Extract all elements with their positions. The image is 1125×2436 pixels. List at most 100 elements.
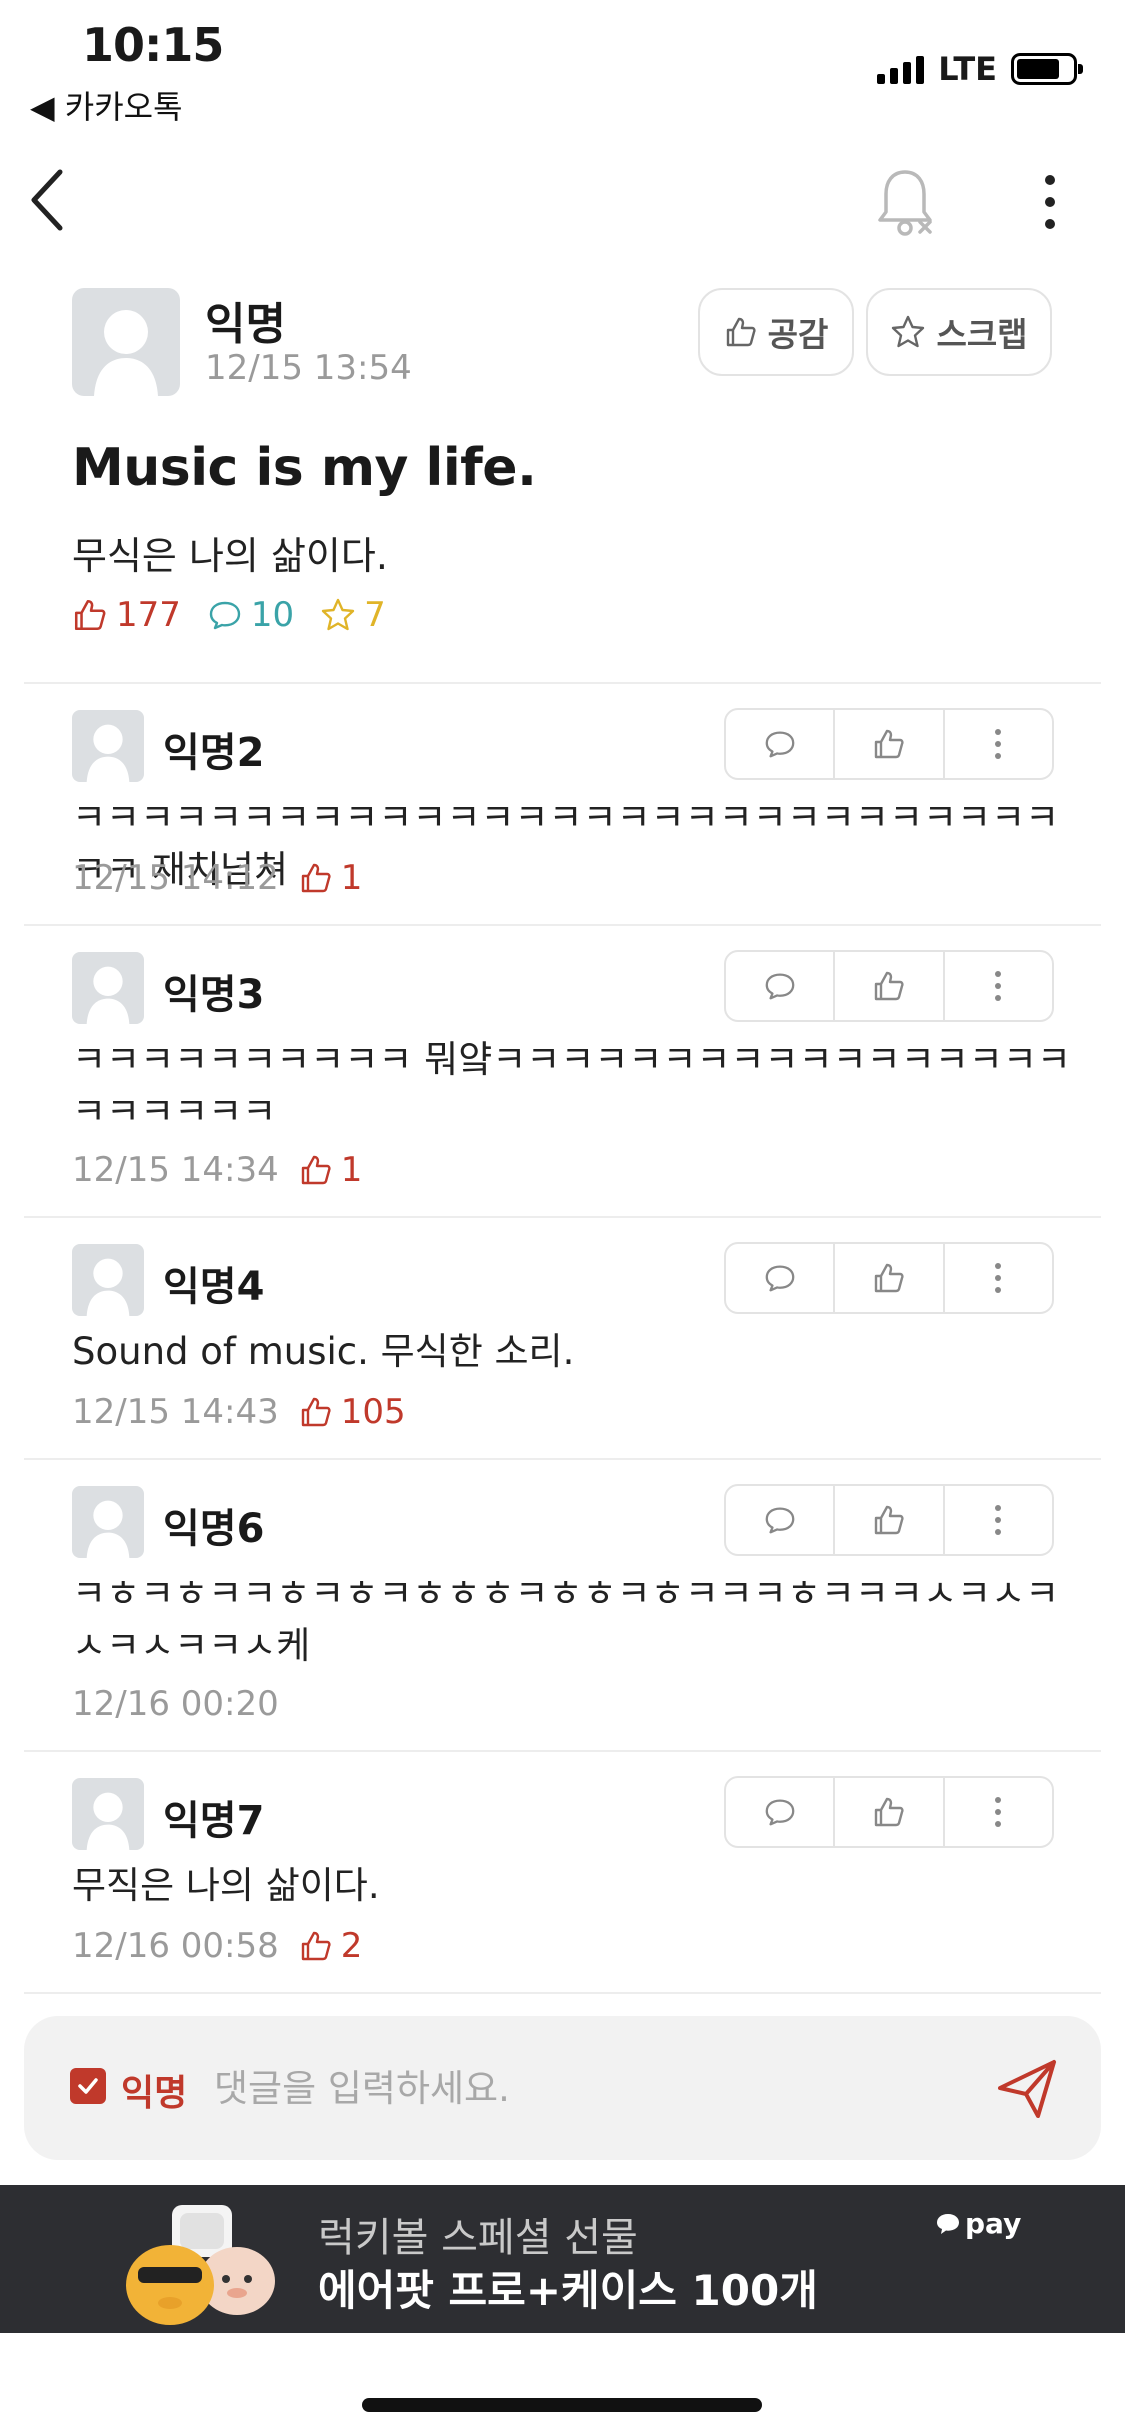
thumbs-up-icon: [726, 317, 756, 347]
send-icon[interactable]: [992, 2054, 1062, 2124]
comment-like-count: 2: [299, 1926, 363, 1966]
speech-bubble-icon: [765, 731, 795, 758]
comment-meta: 12/15 14:34 1: [72, 1150, 362, 1190]
comment-author: 익명4: [163, 1264, 265, 1310]
default-avatar-icon: [94, 310, 158, 396]
more-vertical-icon: [995, 1263, 1002, 1293]
comment-like-count: 1: [299, 858, 362, 898]
comment-meta: 12/15 14:12 1: [72, 858, 362, 898]
comment-like-value: 105: [340, 1392, 406, 1432]
thumbs-up-icon: [874, 1797, 904, 1827]
speech-bubble-icon: [209, 601, 241, 630]
like-count: 177: [72, 595, 181, 635]
default-avatar-icon: [86, 724, 130, 782]
speech-bubble-icon: [765, 1265, 795, 1292]
avatar: [72, 710, 144, 782]
thumbs-up-icon: [301, 1155, 331, 1185]
more-vertical-icon: [995, 1505, 1002, 1535]
pay-logo: pay: [935, 2207, 1021, 2240]
scrap-button[interactable]: 스크랩: [866, 288, 1052, 376]
thumbs-up-icon: [874, 1505, 904, 1535]
reply-button[interactable]: [726, 1486, 833, 1554]
post-stats: 177 10 7: [72, 595, 386, 635]
checkmark-icon: [78, 2078, 98, 2094]
comment-author: 익명2: [163, 730, 265, 776]
comment-actions: [724, 708, 1054, 780]
speech-bubble-icon: [765, 973, 795, 1000]
comment-more-button[interactable]: [942, 710, 1052, 778]
comment-meta: 12/15 14:43 105: [72, 1392, 406, 1432]
battery-icon: [1011, 53, 1083, 85]
more-vertical-icon: [995, 971, 1002, 1001]
comment-time: 12/16 00:58: [72, 1926, 279, 1966]
comment-actions: [724, 1484, 1054, 1556]
comment-time: 12/15 14:12: [72, 858, 279, 898]
divider: [24, 1992, 1101, 1994]
comment-like-button[interactable]: [833, 710, 942, 778]
comment-more-button[interactable]: [942, 1778, 1052, 1846]
divider: [24, 682, 1101, 684]
status-bar: 10:15 ◀ 카카오톡 LTE: [0, 0, 1125, 130]
comment-like-button[interactable]: [833, 1778, 942, 1846]
comment-more-button[interactable]: [942, 952, 1052, 1020]
speech-bubble-icon: [937, 2213, 959, 2234]
comment-meta: 12/16 00:58 2: [72, 1926, 362, 1966]
comment-author: 익명6: [163, 1506, 265, 1552]
comment-like-button[interactable]: [833, 1486, 942, 1554]
home-indicator[interactable]: [362, 2398, 762, 2412]
comment-time: 12/15 14:34: [72, 1150, 279, 1190]
comment-count: 10: [207, 595, 294, 635]
ad-banner[interactable]: 럭키볼 스페셜 선물 에어팟 프로+케이스 100개 pay: [0, 2185, 1125, 2333]
back-to-app-link[interactable]: ◀ 카카오톡: [30, 82, 183, 128]
thumbs-up-icon: [301, 1397, 331, 1427]
comment-like-value: 1: [340, 1150, 363, 1190]
notification-off-icon[interactable]: [870, 162, 940, 242]
comment-text: 무직은 나의 삶이다.: [72, 1864, 380, 1907]
comment-time: 12/15 14:43: [72, 1392, 279, 1432]
comment-input[interactable]: [214, 2056, 954, 2120]
comment-meta: 12/16 00:20: [72, 1684, 279, 1724]
reply-button[interactable]: [726, 1244, 833, 1312]
more-vertical-icon[interactable]: [1030, 162, 1070, 242]
post-title: Music is my life.: [72, 438, 537, 498]
scrap-button-label: 스크랩: [936, 315, 1028, 354]
pay-brand: pay: [965, 2207, 1022, 2240]
star-icon: [321, 598, 355, 631]
reply-button[interactable]: [726, 952, 833, 1020]
nav-bar: [0, 150, 1125, 250]
comment-text: ㅋㅋㅋㅋㅋㅋㅋㅋㅋㅋ 뭐얔ㅋㅋㅋㅋㅋㅋㅋㅋㅋㅋㅋㅋㅋㅋㅋㅋㅋㅋㅋㅋㅋㅋㅋ: [72, 1038, 1071, 1133]
post-timestamp: 12/15 13:54: [205, 348, 412, 388]
anonymous-checkbox[interactable]: [70, 2068, 106, 2104]
comment-author: 익명7: [163, 1798, 265, 1844]
comment-input-bar: 익명: [24, 2016, 1101, 2160]
status-time: 10:15: [82, 18, 224, 72]
network-label: LTE: [938, 50, 997, 88]
reply-button[interactable]: [726, 710, 833, 778]
comment-more-button[interactable]: [942, 1244, 1052, 1312]
thumbs-up-icon: [301, 1931, 331, 1961]
comment-like-value: 2: [340, 1926, 363, 1966]
avatar: [72, 1778, 144, 1850]
like-button[interactable]: 공감: [698, 288, 854, 376]
default-avatar-icon: [86, 1792, 130, 1850]
scrap-count-value: 7: [364, 595, 386, 635]
comment-actions: [724, 1242, 1054, 1314]
comment-more-button[interactable]: [942, 1486, 1052, 1554]
thumbs-up-icon: [74, 599, 106, 631]
divider: [24, 924, 1101, 926]
signal-icon: [877, 54, 925, 84]
post-body: 무식은 나의 삶이다.: [72, 534, 388, 578]
speech-bubble-icon: [765, 1799, 795, 1826]
avatar: [72, 952, 144, 1024]
comment-like-button[interactable]: [833, 952, 942, 1020]
thumbs-up-icon: [874, 729, 904, 759]
post-author: 익명: [205, 299, 286, 350]
comment-actions: [724, 950, 1054, 1022]
reply-button[interactable]: [726, 1778, 833, 1846]
ad-subtitle: 럭키볼 스페셜 선물: [318, 2215, 638, 2261]
back-arrow-icon[interactable]: [20, 160, 90, 240]
status-indicators: LTE: [877, 50, 1083, 88]
comment-like-button[interactable]: [833, 1244, 942, 1312]
comment-actions: [724, 1776, 1054, 1848]
like-button-label: 공감: [767, 315, 829, 354]
